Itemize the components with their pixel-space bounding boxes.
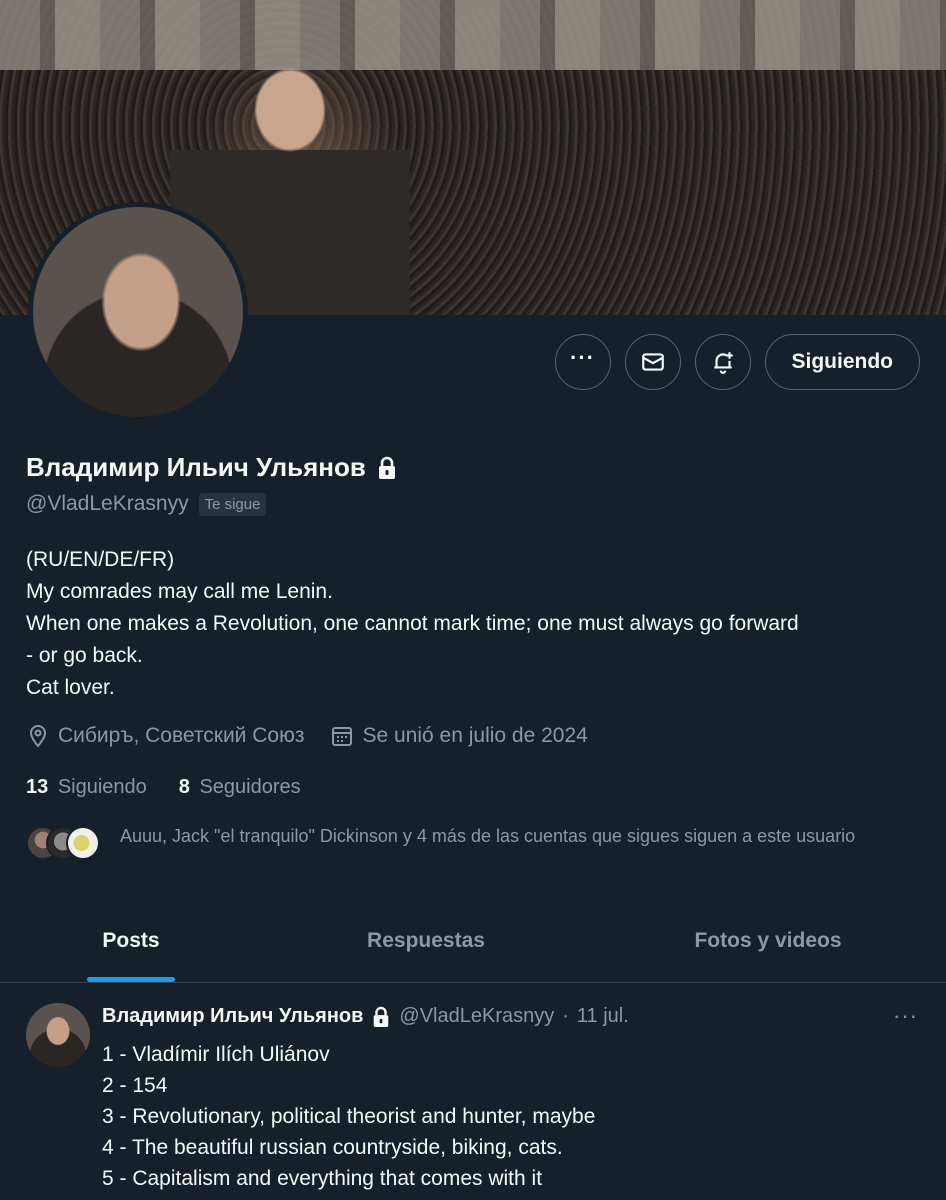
post-line: 1 - Vladímir Ilích Uliánov	[102, 1043, 330, 1066]
profile-name-row: Владимир Ильич Ульянов	[26, 452, 398, 483]
bio-line: Cat lover.	[26, 676, 115, 699]
profile-actions: ··· Siguiendo	[554, 334, 920, 390]
banner-building	[0, 0, 946, 70]
following-label: Siguiendo	[57, 776, 147, 798]
profile-meta: Сибиръ, Советский Союз Se unió en julio …	[26, 724, 588, 748]
envelope-icon	[641, 353, 664, 371]
calendar-icon	[332, 727, 353, 746]
lock-icon	[378, 456, 395, 479]
following-link[interactable]: 13 Siguiendo	[26, 776, 147, 799]
bio-line: When one makes a Revolution, one cannot …	[26, 612, 799, 635]
location-item: Сибиръ, Советский Союз	[26, 724, 304, 748]
post-avatar[interactable]	[26, 1003, 90, 1067]
bell-plus-icon	[713, 352, 733, 374]
following-button[interactable]: Siguiendo	[764, 334, 920, 390]
tab-media[interactable]: Fotos y videos	[590, 900, 946, 982]
following-count: 13	[26, 776, 49, 798]
tab-replies[interactable]: Respuestas	[262, 900, 590, 982]
followed-by[interactable]: Auuu, Jack "el tranquilo" Dickinson y 4 …	[26, 824, 900, 860]
profile-name: Владимир Ильич Ульянов	[26, 452, 366, 482]
post-line: 2 - 154	[102, 1074, 168, 1097]
post-body: 1 - Vladímir Ilích Uliánov 2 - 154 3 - R…	[102, 1039, 595, 1194]
tab-label: Fotos y videos	[694, 929, 842, 952]
post-author-handle[interactable]: @VladLeKrasnyy	[399, 1005, 554, 1028]
profile-handle-row: @VladLeKrasnyy Te sigue	[26, 492, 267, 516]
location-text: Сибиръ, Советский Союз	[58, 724, 305, 747]
tab-posts[interactable]: Posts	[0, 900, 262, 982]
followers-link[interactable]: 8 Seguidores	[179, 776, 301, 799]
post[interactable]: Владимир Ильич Ульянов @VladLeKrasnyy · …	[0, 983, 946, 1200]
lock-icon	[374, 1006, 389, 1027]
more-icon: ···	[570, 345, 595, 370]
message-button[interactable]	[624, 334, 681, 390]
profile-bio: (RU/EN/DE/FR) My comrades may call me Le…	[26, 544, 926, 704]
post-line: 5 - Capitalism and everything that comes…	[102, 1167, 543, 1190]
post-line: 3 - Revolutionary, political theorist an…	[102, 1105, 596, 1128]
tab-active-indicator	[87, 977, 175, 982]
profile-handle: @VladLeKrasnyy	[26, 492, 189, 515]
profile-tabs: Posts Respuestas Fotos y videos	[0, 900, 946, 983]
profile-avatar[interactable]	[28, 202, 248, 422]
bio-line: (RU/EN/DE/FR)	[26, 548, 175, 571]
location-pin-icon	[29, 725, 47, 748]
followed-by-avatars	[26, 826, 100, 860]
follows-you-badge: Te sigue	[198, 492, 267, 516]
post-line: 4 - The beautiful russian countryside, b…	[102, 1136, 563, 1159]
post-more-icon[interactable]: ···	[893, 1003, 918, 1029]
more-button[interactable]: ···	[554, 334, 611, 390]
post-author-name[interactable]: Владимир Ильич Ульянов	[102, 1005, 363, 1028]
post-header: Владимир Ильич Ульянов @VladLeKrasnyy · …	[102, 1005, 629, 1028]
tab-label: Posts	[102, 929, 160, 952]
bio-line: My comrades may call me Lenin.	[26, 580, 333, 603]
followers-count: 8	[178, 776, 190, 798]
notify-button[interactable]	[694, 334, 751, 390]
mini-avatar	[66, 826, 100, 860]
followers-label: Seguidores	[199, 776, 301, 798]
post-date[interactable]: 11 jul.	[577, 1005, 629, 1028]
joined-item: Se unió en julio de 2024	[330, 724, 588, 748]
joined-text: Se unió en julio de 2024	[362, 724, 588, 747]
bio-line: - or go back.	[26, 644, 143, 667]
post-separator: ·	[562, 1005, 569, 1027]
followed-by-text: Auuu, Jack "el tranquilo" Dickinson y 4 …	[120, 826, 856, 846]
tab-label: Respuestas	[367, 929, 485, 952]
profile-stats: 13 Siguiendo 8 Seguidores	[26, 776, 301, 799]
